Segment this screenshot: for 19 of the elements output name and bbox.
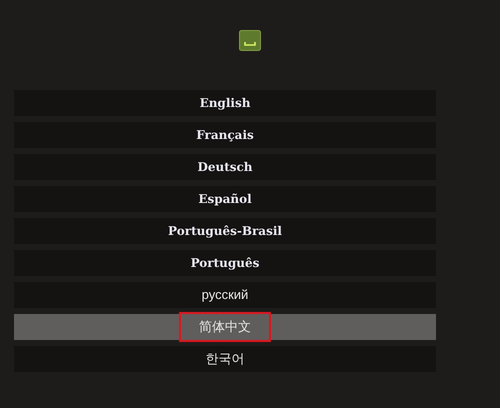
language-option[interactable]: Português-Brasil: [14, 218, 436, 244]
language-label: English: [200, 95, 250, 112]
language-option[interactable]: Français: [14, 122, 436, 148]
language-option[interactable]: 简体中文: [14, 314, 436, 340]
language-option[interactable]: Español: [14, 186, 436, 212]
language-label: Deutsch: [197, 159, 253, 176]
language-label: 한국어: [206, 350, 244, 368]
language-label: Français: [196, 127, 254, 144]
language-label: Español: [198, 191, 252, 208]
language-option[interactable]: русский: [14, 282, 436, 308]
language-label: русский: [202, 286, 248, 304]
language-option[interactable]: 한국어: [14, 346, 436, 372]
language-option[interactable]: English: [14, 90, 436, 116]
language-option[interactable]: Português: [14, 250, 436, 276]
language-option[interactable]: Deutsch: [14, 154, 436, 180]
language-label: Português-Brasil: [168, 223, 282, 240]
language-label: Português: [190, 255, 260, 272]
language-label: 简体中文: [181, 314, 269, 340]
keyboard-key-icon: [239, 30, 261, 51]
